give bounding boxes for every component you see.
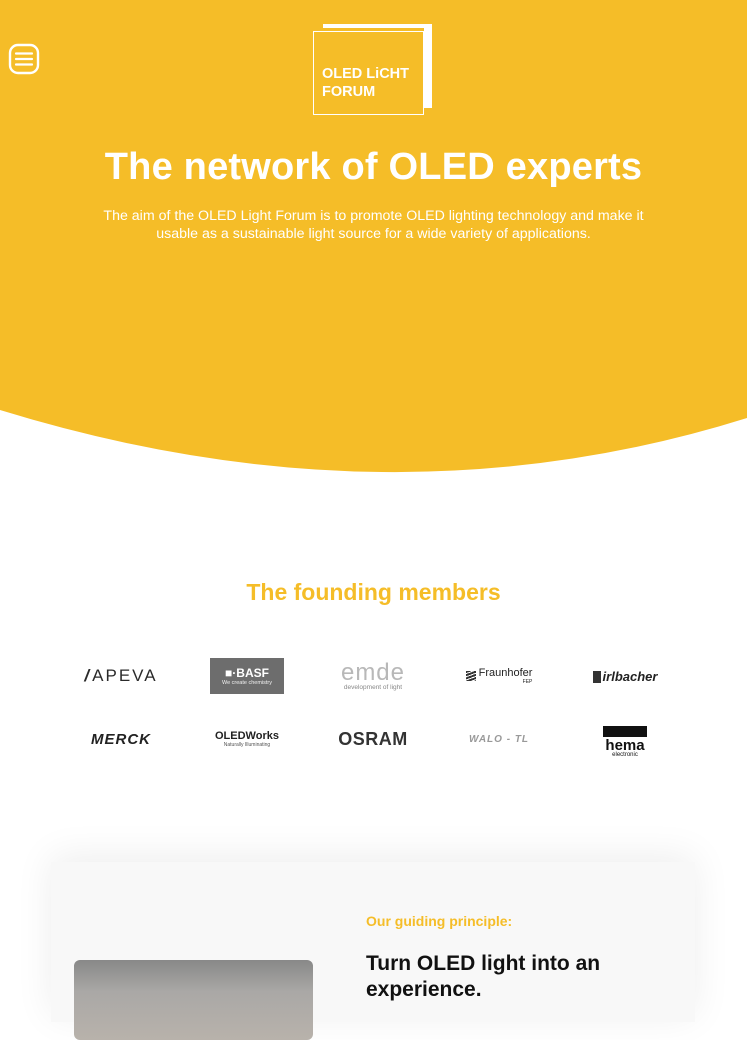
hero-section: OLED LiCHT FORUM The network of OLED exp…: [0, 0, 747, 480]
walo-logo-text: WALO - TL: [468, 733, 530, 745]
logo-line-2: FORUM: [322, 84, 376, 100]
member-logo-walo[interactable]: WALO - TL: [436, 718, 562, 760]
hamburger-menu-icon: [8, 43, 40, 75]
guiding-principle-card: Our guiding principle: Turn OLED light i…: [51, 862, 695, 1040]
hema-logo-text: hema: [605, 737, 645, 754]
member-logo-basf[interactable]: ■·BASF We create chemistry: [184, 655, 310, 697]
osram-logo-text: OSRAM: [338, 728, 408, 749]
basf-tagline: We create chemistry: [221, 680, 273, 686]
member-logo-osram[interactable]: OSRAM: [310, 718, 436, 760]
principle-image: [74, 960, 313, 1040]
logo-frame-front: OLED LiCHT FORUM: [313, 31, 424, 115]
principle-kicker: Our guiding principle:: [366, 913, 513, 929]
member-logo-merck[interactable]: MERCK: [58, 718, 184, 760]
oledworks-tagline: Naturally Illuminating: [223, 742, 271, 748]
logo-frame-bar: [424, 24, 432, 108]
merck-logo-text: MERCK: [91, 730, 151, 748]
member-logo-apeva[interactable]: /APEVA: [58, 655, 184, 697]
member-logo-hema[interactable]: hema electronic: [562, 718, 688, 760]
irlbacher-logo-text: irlbacher: [602, 668, 658, 684]
emde-tagline: development of light: [343, 683, 403, 691]
founding-members-title: The founding members: [246, 579, 501, 605]
hema-bar-icon: [603, 726, 647, 737]
logo-line-1: OLED LiCHT: [322, 66, 409, 82]
principle-heading: Turn OLED light into an experience.: [366, 952, 601, 1001]
member-logo-emde[interactable]: emde development of light: [310, 655, 436, 697]
oledworks-logo-text: OLEDWorks: [215, 730, 279, 742]
basf-logo-box: ■·BASF We create chemistry: [210, 658, 284, 694]
irlbacher-mark-icon: [592, 671, 601, 684]
site-logo[interactable]: OLED LiCHT FORUM: [313, 24, 433, 116]
hema-tagline: electronic: [612, 752, 638, 758]
member-logos-grid: /APEVA ■·BASF We create chemistry emde d…: [58, 655, 688, 765]
member-logo-irlbacher[interactable]: irlbacher: [562, 655, 688, 697]
fraunhofer-tagline: FEP: [522, 679, 533, 685]
member-logo-fraunhofer[interactable]: Fraunhofer FEP: [436, 655, 562, 697]
apeva-logo-text: /APEVA: [84, 666, 158, 685]
hero-title: The network of OLED experts: [104, 146, 643, 188]
basf-logo-text: ■·BASF: [225, 666, 269, 680]
emde-logo-text: emde: [340, 658, 406, 686]
member-logo-oledworks[interactable]: OLEDWorks Naturally Illuminating: [184, 718, 310, 760]
menu-button[interactable]: [8, 43, 40, 75]
hero-description: The aim of the OLED Light Forum is to pr…: [103, 208, 644, 242]
fraunhofer-mark-icon: [465, 671, 476, 681]
fraunhofer-logo-text: Fraunhofer: [478, 667, 533, 679]
